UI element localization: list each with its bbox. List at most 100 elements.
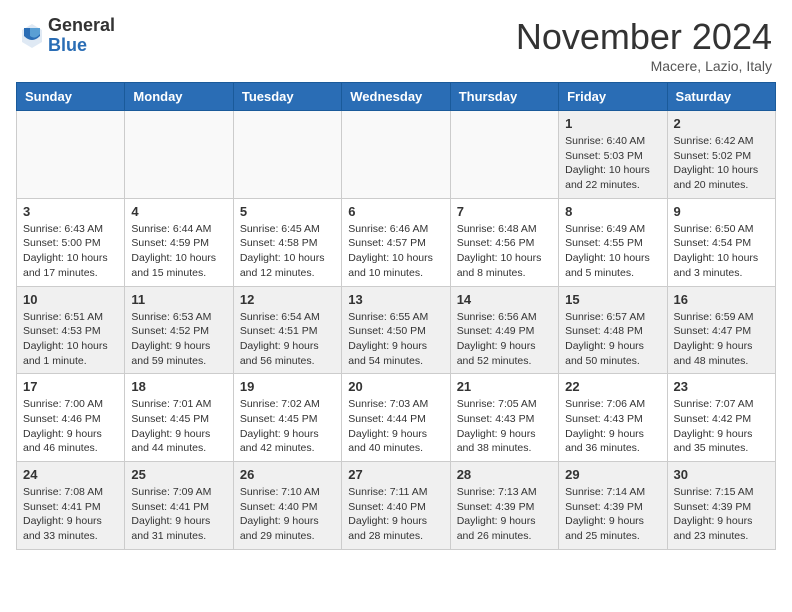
calendar-cell: 30 Sunrise: 7:15 AMSunset: 4:39 PMDayligh… <box>667 462 775 550</box>
calendar-body: 1 Sunrise: 6:40 AMSunset: 5:03 PMDaylight… <box>17 111 776 550</box>
calendar-header: Sunday Monday Tuesday Wednesday Thursday… <box>17 83 776 111</box>
day-number: 25 <box>131 467 226 482</box>
day-number: 6 <box>348 204 443 219</box>
day-number: 12 <box>240 292 335 307</box>
calendar-cell: 14 Sunrise: 6:56 AMSunset: 4:49 PMDayligh… <box>450 286 558 374</box>
day-info: Sunrise: 7:15 AMSunset: 4:39 PMDaylight:… <box>674 485 769 544</box>
calendar-cell: 23 Sunrise: 7:07 AMSunset: 4:42 PMDayligh… <box>667 374 775 462</box>
logo: General Blue <box>20 16 115 56</box>
day-number: 11 <box>131 292 226 307</box>
logo-text: General Blue <box>48 16 115 56</box>
day-info: Sunrise: 6:59 AMSunset: 4:47 PMDaylight:… <box>674 310 769 369</box>
calendar-cell: 20 Sunrise: 7:03 AMSunset: 4:44 PMDayligh… <box>342 374 450 462</box>
day-info: Sunrise: 7:09 AMSunset: 4:41 PMDaylight:… <box>131 485 226 544</box>
calendar-week-row: 24 Sunrise: 7:08 AMSunset: 4:41 PMDayligh… <box>17 462 776 550</box>
day-info: Sunrise: 6:46 AMSunset: 4:57 PMDaylight:… <box>348 222 443 281</box>
calendar-cell <box>17 111 125 199</box>
day-info: Sunrise: 6:50 AMSunset: 4:54 PMDaylight:… <box>674 222 769 281</box>
day-info: Sunrise: 7:13 AMSunset: 4:39 PMDaylight:… <box>457 485 552 544</box>
calendar-cell: 22 Sunrise: 7:06 AMSunset: 4:43 PMDayligh… <box>559 374 667 462</box>
logo-icon <box>20 22 44 50</box>
day-number: 21 <box>457 379 552 394</box>
day-number: 20 <box>348 379 443 394</box>
calendar-cell: 15Sunrise: 6:57 AMSunset: 4:48 PMDayligh… <box>559 286 667 374</box>
day-info: Sunrise: 7:11 AMSunset: 4:40 PMDaylight:… <box>348 485 443 544</box>
day-number: 2 <box>674 116 769 131</box>
col-friday: Friday <box>559 83 667 111</box>
calendar-cell <box>233 111 341 199</box>
day-info: Sunrise: 6:42 AMSunset: 5:02 PMDaylight:… <box>674 134 769 193</box>
calendar-cell <box>125 111 233 199</box>
day-number: 9 <box>674 204 769 219</box>
calendar-cell: 29Sunrise: 7:14 AMSunset: 4:39 PMDayligh… <box>559 462 667 550</box>
calendar-cell: 9 Sunrise: 6:50 AMSunset: 4:54 PMDaylight… <box>667 198 775 286</box>
calendar-cell: 4 Sunrise: 6:44 AMSunset: 4:59 PMDaylight… <box>125 198 233 286</box>
day-info: Sunrise: 6:48 AMSunset: 4:56 PMDaylight:… <box>457 222 552 281</box>
calendar-cell: 7 Sunrise: 6:48 AMSunset: 4:56 PMDaylight… <box>450 198 558 286</box>
day-number: 3 <box>23 204 118 219</box>
col-saturday: Saturday <box>667 83 775 111</box>
day-info: Sunrise: 6:40 AMSunset: 5:03 PMDaylight:… <box>565 134 660 193</box>
calendar-cell: 5Sunrise: 6:45 AMSunset: 4:58 PMDaylight… <box>233 198 341 286</box>
day-number: 16 <box>674 292 769 307</box>
weekday-header-row: Sunday Monday Tuesday Wednesday Thursday… <box>17 83 776 111</box>
day-number: 24 <box>23 467 118 482</box>
col-monday: Monday <box>125 83 233 111</box>
calendar-cell: 17Sunrise: 7:00 AMSunset: 4:46 PMDayligh… <box>17 374 125 462</box>
calendar-cell: 11 Sunrise: 6:53 AMSunset: 4:52 PMDayligh… <box>125 286 233 374</box>
day-number: 13 <box>348 292 443 307</box>
day-number: 26 <box>240 467 335 482</box>
day-number: 23 <box>674 379 769 394</box>
calendar-cell: 19Sunrise: 7:02 AMSunset: 4:45 PMDayligh… <box>233 374 341 462</box>
calendar-cell: 12 Sunrise: 6:54 AMSunset: 4:51 PMDayligh… <box>233 286 341 374</box>
day-info: Sunrise: 6:44 AMSunset: 4:59 PMDaylight:… <box>131 222 226 281</box>
title-block: November 2024 Macere, Lazio, Italy <box>516 16 772 74</box>
calendar-cell: 27Sunrise: 7:11 AMSunset: 4:40 PMDayligh… <box>342 462 450 550</box>
calendar-cell: 28 Sunrise: 7:13 AMSunset: 4:39 PMDayligh… <box>450 462 558 550</box>
day-info: Sunrise: 7:02 AMSunset: 4:45 PMDaylight:… <box>240 397 335 456</box>
calendar-cell: 26Sunrise: 7:10 AMSunset: 4:40 PMDayligh… <box>233 462 341 550</box>
col-tuesday: Tuesday <box>233 83 341 111</box>
col-thursday: Thursday <box>450 83 558 111</box>
day-info: Sunrise: 6:45 AMSunset: 4:58 PMDaylight:… <box>240 222 335 281</box>
page-header: General Blue November 2024 Macere, Lazio… <box>0 0 792 82</box>
day-info: Sunrise: 6:53 AMSunset: 4:52 PMDaylight:… <box>131 310 226 369</box>
calendar-cell: 3 Sunrise: 6:43 AMSunset: 5:00 PMDaylight… <box>17 198 125 286</box>
day-info: Sunrise: 6:57 AMSunset: 4:48 PMDaylight:… <box>565 310 660 369</box>
day-info: Sunrise: 6:49 AMSunset: 4:55 PMDaylight:… <box>565 222 660 281</box>
day-info: Sunrise: 6:54 AMSunset: 4:51 PMDaylight:… <box>240 310 335 369</box>
col-sunday: Sunday <box>17 83 125 111</box>
day-number: 17 <box>23 379 118 394</box>
day-info: Sunrise: 6:51 AMSunset: 4:53 PMDaylight:… <box>23 310 118 369</box>
calendar-week-row: 1 Sunrise: 6:40 AMSunset: 5:03 PMDaylight… <box>17 111 776 199</box>
day-info: Sunrise: 7:03 AMSunset: 4:44 PMDaylight:… <box>348 397 443 456</box>
day-number: 4 <box>131 204 226 219</box>
month-title: November 2024 <box>516 16 772 58</box>
calendar-week-row: 3 Sunrise: 6:43 AMSunset: 5:00 PMDaylight… <box>17 198 776 286</box>
day-number: 7 <box>457 204 552 219</box>
day-number: 8 <box>565 204 660 219</box>
day-info: Sunrise: 6:43 AMSunset: 5:00 PMDaylight:… <box>23 222 118 281</box>
day-number: 1 <box>565 116 660 131</box>
day-number: 28 <box>457 467 552 482</box>
day-info: Sunrise: 7:06 AMSunset: 4:43 PMDaylight:… <box>565 397 660 456</box>
calendar-cell: 21Sunrise: 7:05 AMSunset: 4:43 PMDayligh… <box>450 374 558 462</box>
day-number: 10 <box>23 292 118 307</box>
calendar-cell: 10 Sunrise: 6:51 AMSunset: 4:53 PMDayligh… <box>17 286 125 374</box>
day-number: 14 <box>457 292 552 307</box>
calendar-table: Sunday Monday Tuesday Wednesday Thursday… <box>16 82 776 550</box>
day-info: Sunrise: 7:07 AMSunset: 4:42 PMDaylight:… <box>674 397 769 456</box>
day-info: Sunrise: 7:14 AMSunset: 4:39 PMDaylight:… <box>565 485 660 544</box>
day-info: Sunrise: 6:56 AMSunset: 4:49 PMDaylight:… <box>457 310 552 369</box>
logo-general-text: General <box>48 16 115 36</box>
day-info: Sunrise: 7:08 AMSunset: 4:41 PMDaylight:… <box>23 485 118 544</box>
day-number: 30 <box>674 467 769 482</box>
day-number: 22 <box>565 379 660 394</box>
day-info: Sunrise: 7:01 AMSunset: 4:45 PMDaylight:… <box>131 397 226 456</box>
calendar-cell: 16 Sunrise: 6:59 AMSunset: 4:47 PMDayligh… <box>667 286 775 374</box>
calendar-cell <box>342 111 450 199</box>
calendar-cell: 13Sunrise: 6:55 AMSunset: 4:50 PMDayligh… <box>342 286 450 374</box>
calendar-cell: 8 Sunrise: 6:49 AMSunset: 4:55 PMDaylight… <box>559 198 667 286</box>
location: Macere, Lazio, Italy <box>516 58 772 74</box>
calendar-cell: 2 Sunrise: 6:42 AMSunset: 5:02 PMDaylight… <box>667 111 775 199</box>
